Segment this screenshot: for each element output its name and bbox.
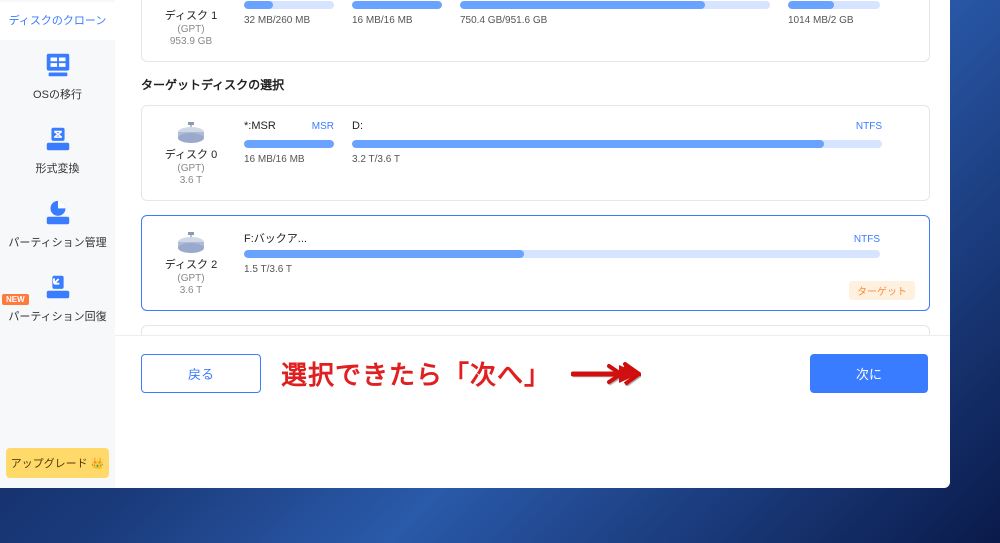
disk-size: 953.9 GB — [170, 36, 212, 47]
sidebar-item-label: 形式変換 — [36, 160, 80, 176]
partition-usage: 1.5 T/3.6 T — [244, 264, 880, 275]
external-disk-icon — [176, 122, 206, 140]
disk-name: ディスク 1 — [165, 7, 217, 23]
next-button[interactable]: 次に — [810, 354, 928, 393]
partition-bar — [352, 140, 882, 148]
partition-usage: 32 MB/260 MB — [244, 15, 334, 26]
partition: D: NTFS 3.2 T/3.6 T — [352, 120, 882, 186]
partition-name: *:MSR — [244, 120, 276, 132]
disk-card-partial[interactable] — [141, 325, 930, 335]
partition-name: D: — [352, 120, 363, 132]
partition-manager-icon — [43, 198, 73, 228]
sidebar-item-format-convert[interactable]: 形式変換 — [0, 114, 115, 188]
new-badge: NEW — [2, 294, 29, 305]
partition: C:Windows NTFS 750.4 GB/951.6 GB — [460, 0, 770, 47]
partition-bar — [244, 1, 334, 9]
partitions-row: F:バックア... NTFS 1.5 T/3.6 T — [244, 230, 913, 296]
sidebar-item-label: ディスクのクローン — [9, 12, 107, 28]
target-section-title: ターゲットディスクの選択 — [141, 76, 930, 93]
partitions-row: *:MSR MSR 16 MB/16 MB D: NTFS 3.2 T/3.6 … — [244, 120, 913, 186]
sidebar-item-disk-clone[interactable]: ディスクのクローン — [0, 2, 115, 40]
disk-type: (GPT) — [177, 163, 204, 174]
sidebar: ディスクのクローン OSの移行 形式変換 パーティション管理 NEW — [0, 0, 115, 488]
footer-bar: 戻る 選択できたら「次へ」 次に — [115, 335, 950, 393]
partition-bar — [460, 1, 770, 9]
partition-usage: 750.4 GB/951.6 GB — [460, 15, 770, 26]
partition: *:EFI FAT32 32 MB/260 MB — [244, 0, 334, 47]
sidebar-item-label: パーティション管理 — [8, 234, 106, 250]
target-disk-card[interactable]: ディスク 2 (GPT) 3.6 T F:バックア... NTFS 1.5 T/… — [141, 215, 930, 311]
disk-type: (GPT) — [177, 273, 204, 284]
partition: *:MSR MSR 16 MB/16 MB — [244, 120, 334, 186]
target-tag: ターゲット — [849, 281, 915, 300]
partition-fs: NTFS — [854, 234, 880, 245]
disk-size: 3.6 T — [180, 285, 203, 296]
partitions-row: *:EFI FAT32 32 MB/260 MB *:MSR MSR 16 MB… — [244, 0, 913, 47]
arrow-right-icon — [571, 362, 641, 386]
partition-recovery-icon — [43, 272, 73, 302]
partition-bar — [352, 1, 442, 9]
target-disk-card[interactable]: ディスク 0 (GPT) 3.6 T *:MSR MSR 16 MB/16 MB… — [141, 105, 930, 201]
disk-icon — [176, 0, 206, 1]
partition-usage: 1014 MB/2 GB — [788, 15, 880, 26]
disk-name: ディスク 2 — [165, 256, 217, 272]
external-disk-icon — [176, 232, 206, 250]
sidebar-item-partition-manager[interactable]: パーティション管理 — [0, 188, 115, 262]
partition-fs: NTFS — [856, 121, 882, 132]
partition-usage: 3.2 T/3.6 T — [352, 154, 882, 165]
sidebar-item-label: パーティション回復 — [8, 308, 106, 324]
partition-bar — [788, 1, 880, 9]
disk-size: 3.6 T — [180, 175, 203, 186]
partition: F:バックア... NTFS 1.5 T/3.6 T — [244, 230, 880, 296]
sidebar-item-os-migration[interactable]: OSの移行 — [0, 40, 115, 114]
annotation-text: 選択できたら「次へ」 — [281, 355, 551, 392]
sidebar-item-label: OSの移行 — [33, 86, 82, 102]
disk-name: ディスク 0 — [165, 146, 217, 162]
os-migration-icon — [43, 50, 73, 80]
partition-name: F:バックア... — [244, 230, 307, 246]
partition-bar — [244, 250, 880, 258]
partition-usage: 16 MB/16 MB — [244, 154, 334, 165]
partition: *:MSR MSR 16 MB/16 MB — [352, 0, 442, 47]
partition: *:Windows... OEM 1014 MB/2 GB — [788, 0, 880, 47]
source-disk-card[interactable]: ディスク 1 (GPT) 953.9 GB *:EFI FAT32 32 MB/… — [141, 0, 930, 62]
disk-type: (GPT) — [177, 24, 204, 35]
partition-bar — [244, 140, 334, 148]
upgrade-button[interactable]: アップグレード 👑 — [6, 448, 109, 478]
main-panel: ディスク 1 (GPT) 953.9 GB *:EFI FAT32 32 MB/… — [115, 0, 950, 488]
partition-usage: 16 MB/16 MB — [352, 15, 442, 26]
partition-fs: MSR — [312, 121, 334, 132]
format-convert-icon — [43, 124, 73, 154]
back-button[interactable]: 戻る — [141, 354, 261, 393]
